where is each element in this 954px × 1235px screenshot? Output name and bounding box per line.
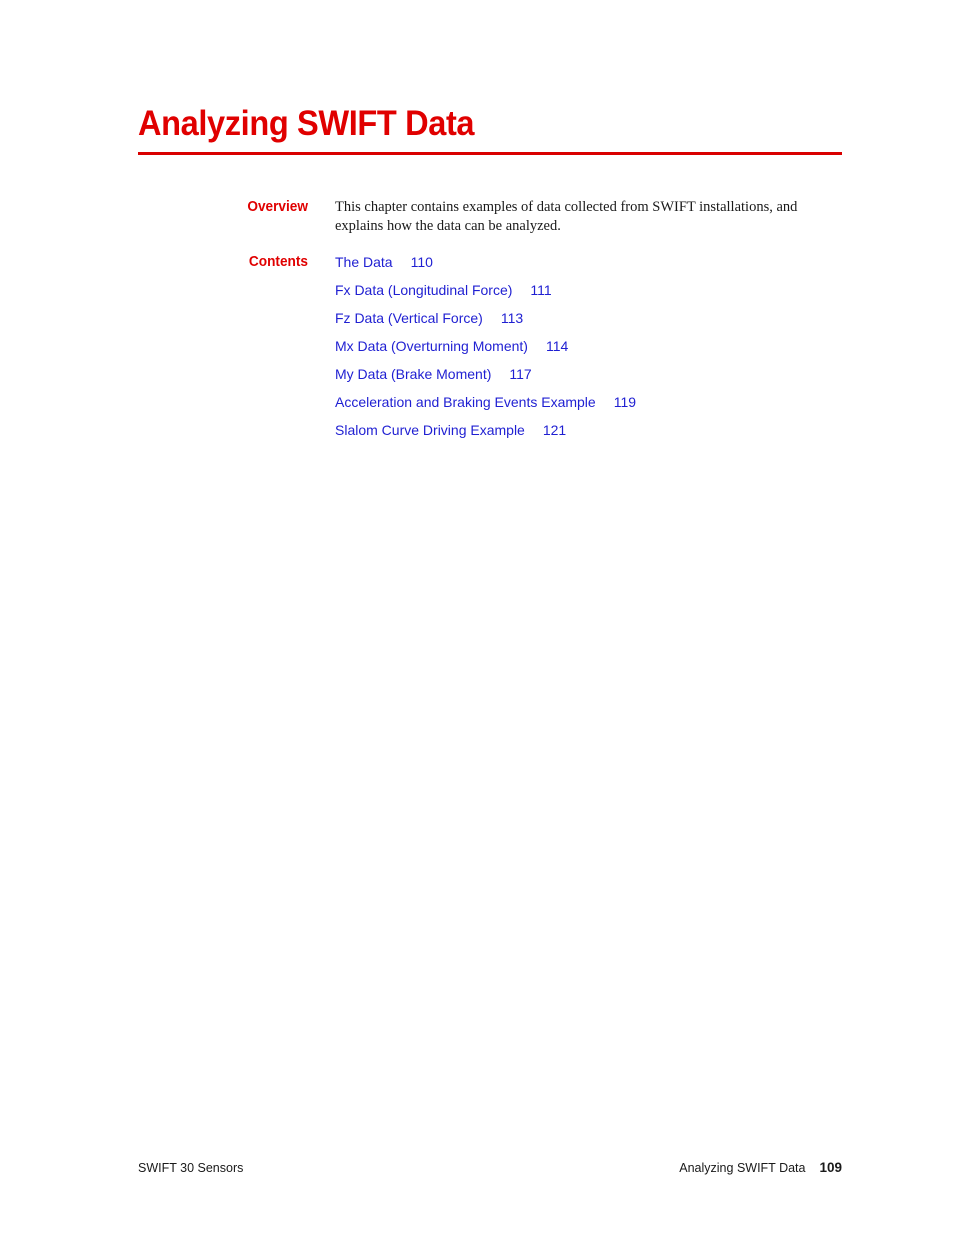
chapter-header: Analyzing SWIFT Data	[138, 104, 842, 155]
toc-entry-page-number[interactable]: 114	[546, 338, 568, 354]
page-footer: SWIFT 30 Sensors Analyzing SWIFT Data 10…	[138, 1160, 842, 1175]
list-item: Acceleration and Braking Events Example 1…	[335, 393, 845, 411]
toc-entry-page-number[interactable]: 117	[509, 366, 531, 382]
toc-entry-page-number[interactable]: 110	[411, 254, 433, 270]
list-item: My Data (Brake Moment) 117	[335, 365, 845, 383]
overview-body: This chapter contains examples of data c…	[335, 198, 845, 235]
toc-entry-link[interactable]: Acceleration and Braking Events Example	[335, 394, 596, 410]
footer-chapter-name: Analyzing SWIFT Data	[679, 1161, 806, 1175]
document-page: Analyzing SWIFT Data Overview This chapt…	[0, 0, 954, 1235]
toc-entry-link[interactable]: My Data (Brake Moment)	[335, 366, 491, 382]
toc-entry-link[interactable]: Fz Data (Vertical Force)	[335, 310, 483, 326]
contents-body: The Data 110 Fx Data (Longitudinal Force) 1…	[335, 253, 845, 439]
overview-paragraph: This chapter contains examples of data c…	[335, 199, 798, 234]
toc-entry-page-number[interactable]: 119	[614, 394, 636, 410]
title-divider	[138, 152, 842, 155]
footer-page-number: 109	[819, 1160, 842, 1175]
overview-label: Overview	[247, 199, 308, 215]
list-item: Fz Data (Vertical Force) 113	[335, 309, 845, 327]
table-of-contents: The Data 110 Fx Data (Longitudinal Force) 1…	[335, 253, 845, 439]
toc-entry-link[interactable]: Fx Data (Longitudinal Force)	[335, 282, 512, 298]
page-title: Analyzing SWIFT Data	[138, 104, 475, 143]
toc-entry-page-number[interactable]: 111	[530, 282, 551, 298]
toc-entry-link[interactable]: Mx Data (Overturning Moment)	[335, 338, 528, 354]
toc-entry-link[interactable]: Slalom Curve Driving Example	[335, 422, 525, 438]
footer-right-group: Analyzing SWIFT Data 109	[679, 1160, 842, 1175]
toc-entry-page-number[interactable]: 113	[501, 310, 523, 326]
list-item: Fx Data (Longitudinal Force) 111	[335, 281, 845, 299]
list-item: Mx Data (Overturning Moment) 114	[335, 337, 845, 355]
list-item: The Data 110	[335, 253, 845, 271]
footer-product-name: SWIFT 30 Sensors	[138, 1161, 244, 1175]
toc-entry-link[interactable]: The Data	[335, 254, 393, 270]
toc-entry-page-number[interactable]: 121	[543, 422, 566, 438]
contents-label: Contents	[248, 254, 308, 270]
list-item: Slalom Curve Driving Example 121	[335, 421, 845, 439]
